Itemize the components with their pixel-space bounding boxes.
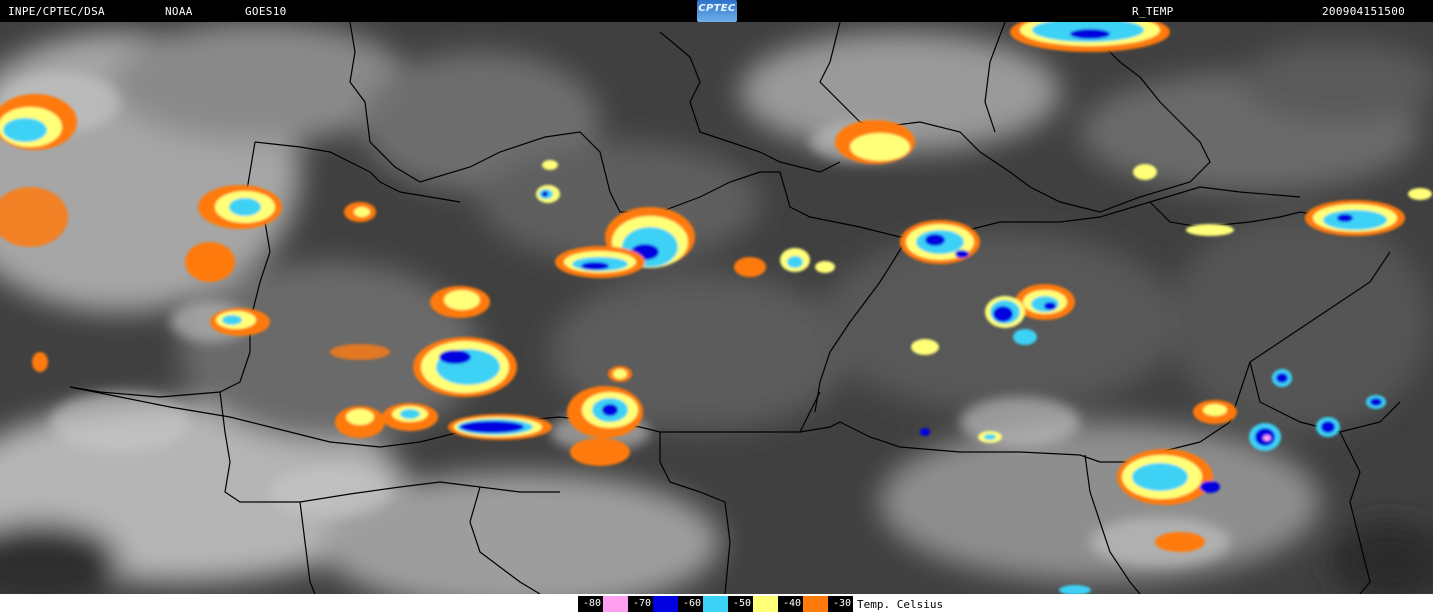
product-label: R_TEMP [1132, 5, 1174, 18]
satellite-label: GOES10 [245, 5, 287, 18]
legend-label-3: -60 [678, 596, 703, 612]
header-bar: INPE/CPTEC/DSA NOAA GOES10 CPTEC R_TEMP … [0, 0, 1433, 22]
timestamp-label: 200904151500 [1322, 5, 1406, 18]
temperature-legend: -80 -70 -60 -50 -40 -30 Temp. Celsius [0, 594, 1433, 614]
legend-swatch-3 [703, 596, 728, 612]
legend-label-4: -50 [728, 596, 753, 612]
satellite-image [0, 22, 1433, 594]
satellite-image-svg [0, 22, 1433, 594]
legend-swatch-5 [803, 596, 828, 612]
source-label: INPE/CPTEC/DSA [8, 5, 105, 18]
legend-swatch-4 [753, 596, 778, 612]
legend-label-6: -30 [828, 596, 853, 612]
legend-label-5: -40 [778, 596, 803, 612]
legend-scale: -80 -70 -60 -50 -40 -30 Temp. Celsius [578, 596, 943, 612]
legend-label-1: -80 [578, 596, 603, 612]
agency-label: NOAA [165, 5, 193, 18]
logo-text: CPTEC [698, 3, 736, 14]
legend-unit: Temp. Celsius [857, 597, 944, 611]
cptec-logo: CPTEC [697, 0, 737, 22]
legend-swatch-2 [653, 596, 678, 612]
legend-swatch-1 [603, 596, 628, 612]
legend-label-2: -70 [628, 596, 653, 612]
